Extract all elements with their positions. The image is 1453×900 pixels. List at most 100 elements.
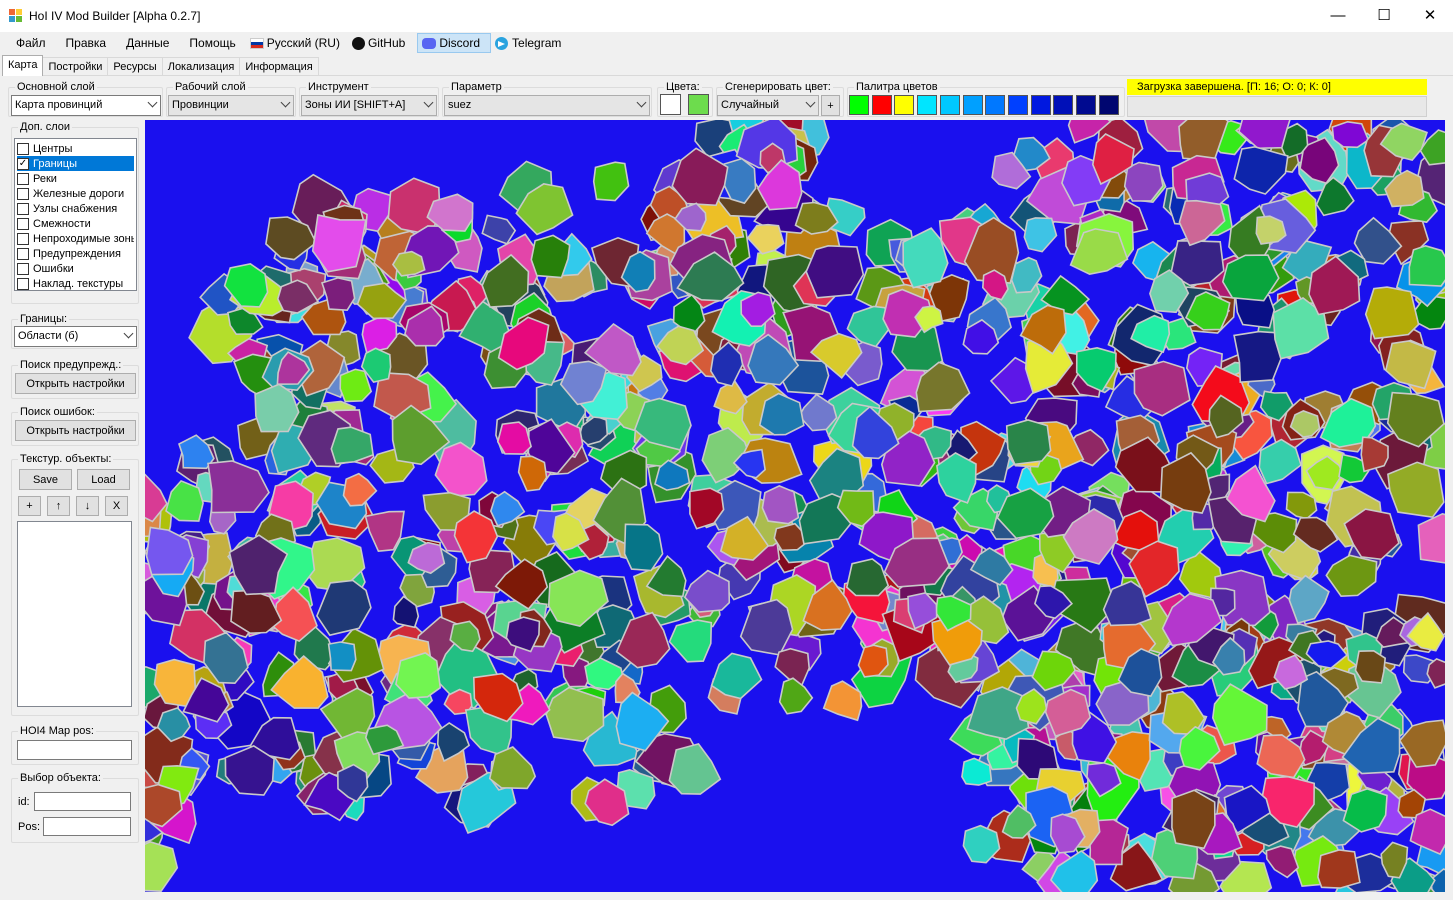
province-cell[interactable] [761, 485, 800, 525]
palette-color-swatch[interactable] [939, 95, 960, 115]
province-cell[interactable] [1171, 789, 1216, 850]
province-cell[interactable] [395, 652, 442, 699]
id-label: id: [18, 796, 30, 808]
load-button[interactable]: Load [77, 469, 130, 490]
checkbox-icon[interactable] [17, 142, 29, 155]
province-map-svg[interactable] [145, 120, 1445, 892]
province-cell[interactable] [327, 641, 357, 672]
errors-settings-button[interactable]: Открыть настройки [15, 420, 136, 441]
palette-color-swatch[interactable] [1053, 95, 1074, 115]
parameter-select[interactable]: suez [444, 95, 650, 116]
status-progress [1127, 96, 1427, 117]
app-icon [9, 9, 23, 23]
layer-option[interactable]: ✓ Границы [17, 156, 134, 171]
checkbox-icon[interactable] [17, 202, 29, 215]
maximize-button[interactable]: ☐ [1361, 0, 1407, 30]
palette-color-swatch[interactable] [849, 95, 869, 115]
remove-object-button[interactable]: X [105, 496, 128, 516]
main-layer-select[interactable]: Карта провинций [11, 95, 161, 116]
menu-help[interactable]: Помощь [179, 33, 245, 53]
layer-option[interactable]: Центры [17, 141, 134, 156]
tool-select[interactable]: Зоны ИИ [SHIFT+A] [301, 95, 437, 116]
tab-information[interactable]: Информация [239, 57, 319, 76]
menu-data[interactable]: Данные [116, 33, 179, 53]
layer-option[interactable]: Узлы снабжения [17, 201, 134, 216]
primary-color-swatch[interactable] [660, 94, 681, 115]
checkbox-icon[interactable] [17, 187, 29, 200]
tab-map[interactable]: Карта [2, 55, 44, 76]
palette-color-swatch[interactable] [871, 95, 892, 115]
tab-localization[interactable]: Локализация [161, 57, 241, 76]
palette-color-swatch[interactable] [1076, 95, 1096, 115]
province-cell[interactable] [805, 244, 865, 299]
province-cell[interactable] [1387, 461, 1445, 519]
save-button[interactable]: Save [19, 469, 72, 490]
checkbox-icon[interactable] [17, 247, 29, 260]
checked-checkbox-icon[interactable]: ✓ [17, 157, 29, 170]
work-layer-select[interactable]: Провинции [168, 95, 294, 116]
province-cell[interactable] [530, 234, 571, 279]
layer-option-label: Непроходимые зоны [33, 232, 134, 245]
add-object-button[interactable]: + [18, 496, 41, 516]
checkbox-icon[interactable] [17, 172, 29, 185]
object-select-label: Выбор объекта: [18, 772, 103, 784]
layer-option[interactable]: Реки [17, 171, 134, 186]
checkbox-icon[interactable] [17, 262, 29, 275]
province-cell[interactable] [1364, 286, 1420, 340]
parameter-label: Параметр [449, 81, 504, 93]
checkbox-icon[interactable] [17, 232, 29, 245]
layer-option[interactable]: Наклад. текстуры [17, 276, 134, 291]
palette-color-swatch[interactable] [985, 95, 1006, 115]
palette-color-swatch[interactable] [1030, 95, 1051, 115]
telegram-icon [495, 36, 509, 50]
secondary-color-swatch[interactable] [688, 94, 709, 115]
menu-github[interactable]: GitHub [350, 33, 415, 53]
layer-option[interactable]: Железные дороги [17, 186, 134, 201]
checkbox-icon[interactable] [17, 217, 29, 230]
province-cell[interactable] [1005, 419, 1052, 466]
object-id-field[interactable] [34, 792, 131, 811]
palette-color-swatch[interactable] [1007, 95, 1028, 115]
province-cell[interactable] [1354, 649, 1387, 684]
add-color-button[interactable]: + [821, 95, 840, 116]
title-bar: HoI IV Mod Builder [Alpha 0.2.7] — ☐ ✕ [0, 0, 1453, 32]
palette-color-swatch[interactable] [1098, 95, 1119, 115]
main-layer-value: Карта провинций [15, 99, 103, 111]
province-cell[interactable] [1408, 244, 1445, 287]
telegram-label: Telegram [512, 36, 562, 50]
map-pos-field[interactable] [17, 740, 132, 760]
province-cell[interactable] [1331, 120, 1370, 149]
borders-select[interactable]: Области (б) [14, 326, 137, 347]
menu-file[interactable]: Файл [6, 33, 56, 53]
menu-edit[interactable]: Правка [56, 33, 117, 53]
object-pos-field[interactable] [43, 817, 131, 836]
tool-label: Инструмент [306, 81, 371, 93]
layer-option[interactable]: Ошибки [17, 261, 134, 276]
palette-color-swatch[interactable] [917, 95, 938, 115]
palette-color-swatch[interactable] [894, 95, 915, 115]
province-cell[interactable] [1317, 849, 1361, 889]
palette-color-swatch[interactable] [962, 95, 983, 115]
layer-option[interactable]: Предупреждения [17, 246, 134, 261]
layer-option[interactable]: Смежности [17, 216, 134, 231]
province-map-canvas[interactable] [145, 120, 1445, 892]
texture-objects-list[interactable] [17, 521, 132, 707]
minimize-button[interactable]: — [1315, 0, 1361, 30]
move-down-button[interactable]: ↓ [76, 496, 99, 516]
menu-bar: Файл Правка Данные Помощь Русский (RU) G… [0, 32, 1453, 54]
warnings-settings-button[interactable]: Открыть настройки [15, 373, 136, 394]
tab-resources[interactable]: Ресурсы [107, 57, 163, 76]
province-cell[interactable] [496, 421, 532, 455]
menu-language[interactable]: Русский (RU) [246, 33, 350, 53]
menu-discord[interactable]: Discord [417, 33, 492, 53]
generate-color-value: Случайный [721, 99, 779, 111]
tab-buildings[interactable]: Постройки [42, 57, 109, 76]
layer-option[interactable]: Непроходимые зоны [17, 231, 134, 246]
extra-layers-list[interactable]: Центры ✓ Границы Реки Железные дороги Узлы сн… [14, 138, 137, 291]
layer-option-label: Границы [33, 157, 77, 170]
menu-telegram[interactable]: Telegram [491, 33, 571, 53]
close-button[interactable]: ✕ [1407, 0, 1453, 30]
checkbox-icon[interactable] [17, 277, 29, 290]
generate-color-select[interactable]: Случайный [717, 95, 819, 116]
move-up-button[interactable]: ↑ [47, 496, 70, 516]
